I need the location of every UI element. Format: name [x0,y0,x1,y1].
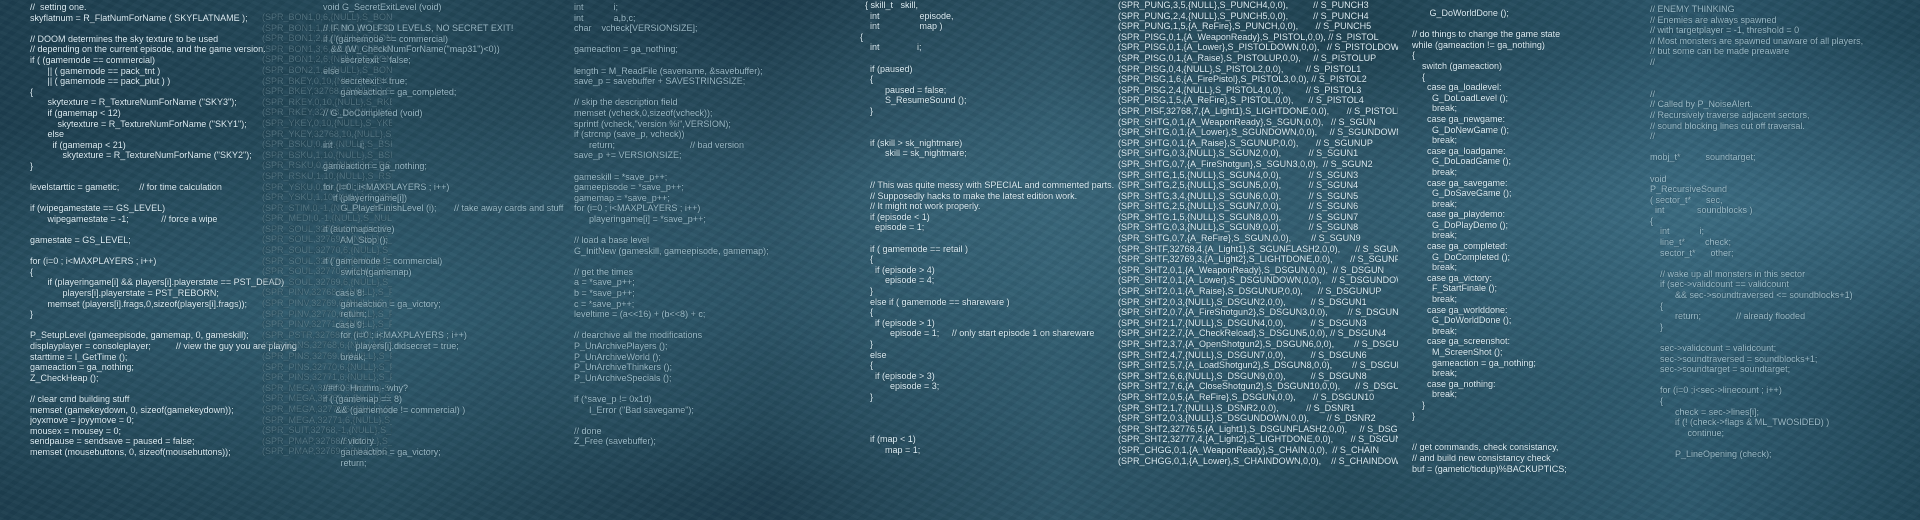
code-column-game-loop: G_DoWorldDone (); // do things to change… [1412,8,1567,474]
code-column-load-game: int i; int a,b,c; char vcheck[VERSIONSIZ… [574,2,769,447]
code-column-state-table-faded: (SPR_BON1,0,6,{NULL},S_BON1A,0,0), // S_… [262,12,392,457]
code-wallpaper: // setting one. skyflatnum = R_FlatNumFo… [0,0,1920,520]
code-column-weapon-states: (SPR_PUNG,3,5,{NULL},S_PUNCH4,0,0), // S… [1118,0,1398,466]
code-column-init-new: { skill_t skill, int episode, int map ) … [860,0,1115,455]
code-column-enemy-thinking: // ENEMY THINKING // Enemies are always … [1650,4,1864,459]
